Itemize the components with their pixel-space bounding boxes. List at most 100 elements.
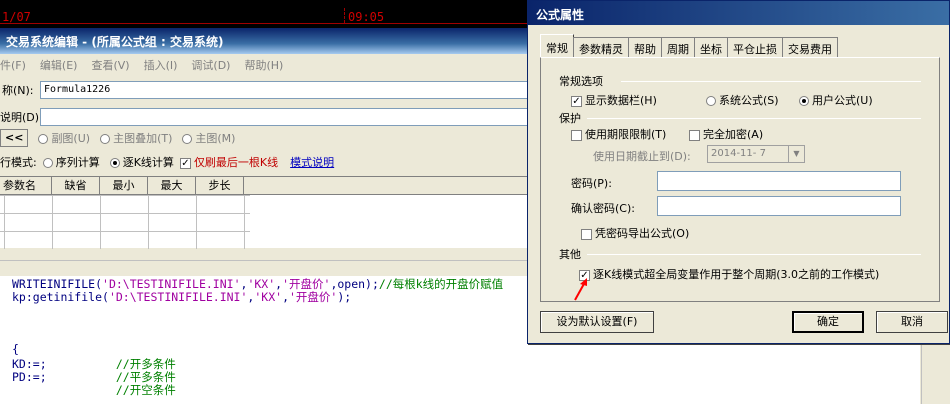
ok-button[interactable]: 确定	[792, 311, 864, 333]
horizontal-scrollbar[interactable]	[0, 260, 540, 274]
param-col-default[interactable]: 缺省	[52, 177, 100, 194]
full-encrypt-label: 完全加密(A)	[703, 128, 764, 141]
param-grid[interactable]	[0, 195, 250, 249]
radio-user-formula[interactable]: 用户公式(U)	[799, 92, 873, 108]
param-col-name[interactable]: 参数名	[0, 177, 52, 194]
menu-debug[interactable]: 调试(D)	[191, 57, 230, 74]
menu-file[interactable]: 件(F)	[0, 57, 26, 74]
radio-series-calc[interactable]: 序列计算	[42, 154, 100, 170]
radio-system-formula-label: 系统公式(S)	[719, 94, 779, 107]
tab-help[interactable]: 帮助	[628, 37, 662, 57]
menu-help[interactable]: 帮助(H)	[244, 57, 283, 74]
menu-view[interactable]: 查看(V)	[91, 57, 129, 74]
expire-date-value: 2014-11- 7	[711, 148, 766, 159]
code-token: PD:=;	[12, 370, 116, 384]
name-label: 称(N):	[2, 84, 34, 97]
tab-trading-fees[interactable]: 交易费用	[782, 37, 838, 57]
param-col-min[interactable]: 最小	[100, 177, 148, 194]
radio-series-calc-label: 序列计算	[55, 156, 100, 169]
radio-dot	[42, 158, 53, 168]
tab-stop-loss[interactable]: 平仓止损	[727, 37, 783, 57]
password-label: 密码(P):	[571, 177, 612, 190]
cancel-button[interactable]: 取消	[876, 311, 948, 333]
param-table: 参数名 缺省 最小 最大 步长	[0, 176, 540, 249]
export-with-password-checkbox[interactable]: 凭密码导出公式(O)	[581, 225, 689, 241]
code-token: 'D:\TESTINIFILE.INI'	[108, 290, 248, 304]
show-data-bar-label: 显示数据栏(H)	[585, 94, 657, 107]
code-token: //开空条件	[115, 383, 176, 397]
expire-date-picker[interactable]: 2014-11- 7 ▼	[707, 145, 805, 163]
code-token: ,open);	[330, 277, 379, 291]
radio-dot	[182, 134, 193, 144]
group-other-label: 其他	[559, 248, 581, 261]
tab-axis[interactable]: 坐标	[694, 37, 728, 57]
code-token: kp:getinifile(	[12, 290, 109, 304]
refresh-last-label: 仅刷最后一根K线	[193, 156, 279, 169]
chart-date-label: 1/07	[2, 10, 31, 24]
group-general-label: 常规选项	[559, 75, 603, 88]
check-mark	[571, 129, 582, 141]
radio-dot	[799, 96, 809, 106]
radio-sub-chart[interactable]: 副图(U)	[38, 130, 90, 146]
expire-label: 使用日期截止到(D):	[593, 150, 691, 163]
check-mark	[581, 228, 592, 240]
radio-main-chart[interactable]: 主图(M)	[182, 130, 235, 146]
group-general-divider	[621, 81, 921, 82]
code-token: );	[337, 290, 352, 304]
menu-edit[interactable]: 编辑(E)	[40, 57, 78, 74]
code-token: //开多条件	[115, 357, 176, 371]
radio-kline-calc[interactable]: 逐K线计算	[109, 154, 174, 170]
tab-param-wizard[interactable]: 参数精灵	[573, 37, 629, 57]
group-other-divider	[587, 254, 921, 255]
kline-global-checkbox[interactable]: ✓ 逐K线模式超全局变量作用于整个周期(3.0之前的工作模式)	[579, 266, 879, 282]
code-token: 'D:\TESTINIFILE.INI'	[102, 277, 241, 291]
code-token: {	[12, 342, 19, 356]
check-mark	[689, 129, 700, 141]
param-col-max[interactable]: 最大	[148, 177, 196, 194]
tab-period[interactable]: 周期	[661, 37, 695, 57]
menu-insert[interactable]: 插入(I)	[144, 57, 178, 74]
mode-row: 行模式: 序列计算 逐K线计算 ✓ 仅刷最后一根K线 模式说明	[0, 152, 540, 172]
code-token: 'KX'	[254, 290, 283, 304]
group-protect-divider	[587, 118, 921, 119]
collapse-button[interactable]: <<	[0, 129, 29, 147]
code-line: //开空条件	[12, 384, 176, 397]
radio-sub-chart-label: 副图(U)	[51, 132, 91, 145]
code-token: WRITEINIFILE(	[12, 277, 103, 291]
radio-main-overlay[interactable]: 主图叠加(T)	[100, 130, 172, 146]
radio-main-chart-label: 主图(M)	[195, 132, 236, 145]
code-token: '开盘价'	[289, 290, 338, 304]
radio-user-formula-label: 用户公式(U)	[812, 94, 873, 107]
tab-general[interactable]: 常规	[540, 34, 574, 57]
code-token: //每根k线的开盘价赋值	[378, 277, 504, 291]
radio-dot	[38, 134, 49, 144]
time-limit-checkbox[interactable]: 使用期限限制(T)	[571, 126, 666, 142]
check-mark: ✓	[571, 95, 582, 107]
tab-panel-general: 常规选项 ✓ 显示数据栏(H) 系统公式(S) 用户公式(U) 保护 使用期限限制…	[540, 57, 940, 302]
code-line: {	[12, 343, 19, 356]
show-data-bar-checkbox[interactable]: ✓ 显示数据栏(H)	[571, 92, 657, 108]
group-protect-label: 保护	[559, 112, 581, 125]
export-with-password-label: 凭密码导出公式(O)	[595, 227, 690, 240]
desc-input[interactable]	[40, 108, 540, 126]
code-token: 'KX'	[247, 277, 276, 291]
confirm-password-label: 确认密码(C):	[571, 202, 635, 215]
annotation-arrow-icon	[574, 278, 587, 301]
code-token: //平多条件	[115, 370, 176, 384]
code-token: ,	[282, 290, 289, 304]
mode-help-link[interactable]: 模式说明	[290, 154, 334, 170]
radio-dot	[706, 96, 716, 106]
param-col-step[interactable]: 步长	[196, 177, 244, 194]
name-input[interactable]: Formula1226	[40, 81, 540, 99]
refresh-last-checkbox[interactable]: ✓ 仅刷最后一根K线	[179, 154, 279, 170]
desc-label: 说明(D):	[0, 111, 43, 124]
radio-system-formula[interactable]: 系统公式(S)	[706, 92, 779, 108]
set-default-button[interactable]: 设为默认设置(F)	[540, 311, 654, 333]
password-input[interactable]	[657, 171, 901, 191]
chevron-down-icon[interactable]: ▼	[788, 146, 804, 162]
radio-main-overlay-label: 主图叠加(T)	[113, 132, 173, 145]
full-encrypt-checkbox[interactable]: 完全加密(A)	[689, 126, 763, 142]
confirm-password-input[interactable]	[657, 196, 901, 216]
dialog-title: 公式属性	[528, 1, 949, 25]
